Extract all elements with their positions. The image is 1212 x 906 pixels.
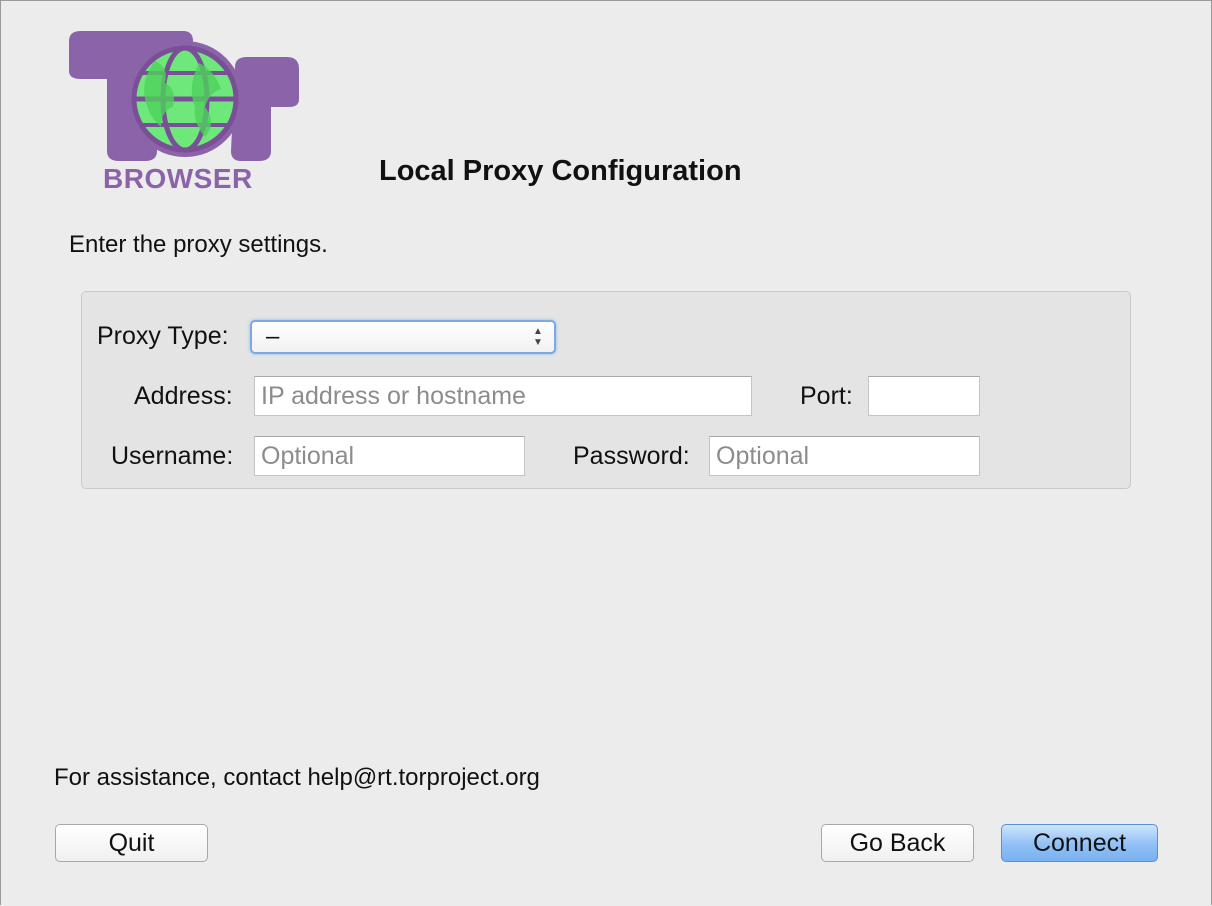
address-input[interactable] [254, 376, 752, 416]
go-back-button[interactable]: Go Back [821, 824, 974, 862]
port-input[interactable] [868, 376, 980, 416]
tor-browser-logo: BROWSER [65, 27, 301, 197]
password-label: Password: [573, 442, 690, 470]
address-label: Address: [134, 382, 233, 410]
page-title: Local Proxy Configuration [379, 155, 742, 187]
assistance-text: For assistance, contact help@rt.torproje… [54, 764, 540, 791]
port-label: Port: [800, 382, 853, 410]
proxy-config-window: BROWSER Local Proxy Configuration Enter … [0, 0, 1212, 905]
username-label: Username: [111, 442, 234, 470]
proxy-type-select[interactable]: – ▲ ▼ [250, 320, 556, 354]
select-arrows-icon: ▲ ▼ [533, 326, 543, 348]
proxy-type-value: – [266, 323, 280, 350]
quit-button[interactable]: Quit [55, 824, 208, 862]
proxy-settings-panel: Proxy Type: – ▲▼ Address: Port: Username… [81, 291, 1131, 489]
proxy-type-label: Proxy Type: [97, 322, 229, 350]
connect-button[interactable]: Connect [1001, 824, 1158, 862]
username-input[interactable] [254, 436, 525, 476]
instruction-text: Enter the proxy settings. [69, 231, 328, 258]
password-input[interactable] [709, 436, 980, 476]
logo-caption: BROWSER [103, 163, 253, 194]
